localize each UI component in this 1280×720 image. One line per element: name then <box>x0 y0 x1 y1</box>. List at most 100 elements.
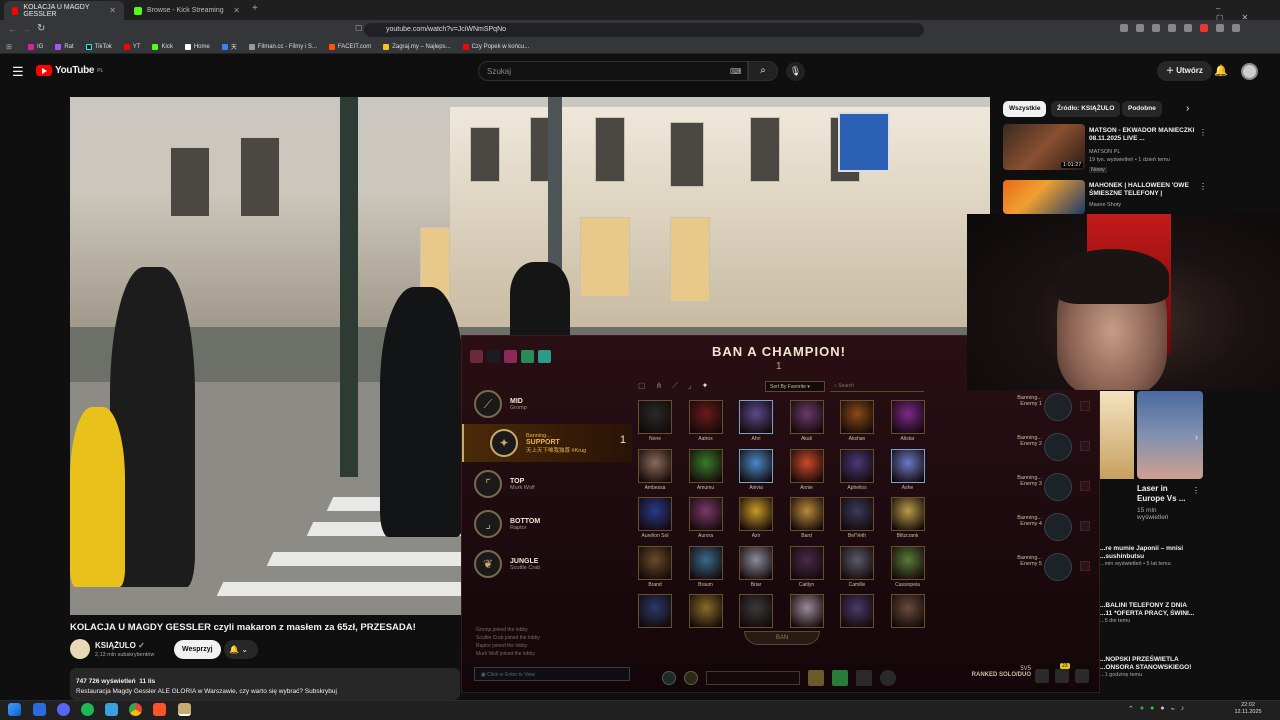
bookmark-star-icon[interactable]: ☐ <box>355 24 362 33</box>
avatar[interactable] <box>1241 63 1258 80</box>
close-tab-icon[interactable]: ✕ <box>233 6 240 15</box>
more-options-icon[interactable]: ⋮ <box>1199 128 1207 137</box>
menu-icon[interactable] <box>1232 24 1240 32</box>
chrome-icon[interactable] <box>129 703 142 716</box>
tab-kick[interactable]: Browse - Kick Streaming ✕ <box>126 1 248 20</box>
channel-avatar[interactable] <box>70 639 90 659</box>
ban-button[interactable]: BAN <box>744 631 820 645</box>
summoner-spell-icon[interactable] <box>808 670 824 686</box>
champion-tile[interactable] <box>688 400 723 434</box>
tray-chevron-icon[interactable]: ⌃ <box>1128 705 1134 713</box>
video-thumbnail[interactable] <box>1100 391 1134 479</box>
chat-input[interactable]: ▣ Click or Enter to View <box>474 667 630 681</box>
bookmark-ig[interactable]: IG <box>28 43 43 50</box>
channel-name[interactable]: KSIĄŻULO ✓ <box>95 641 145 650</box>
chevron-right-icon[interactable]: › <box>1186 103 1189 114</box>
volume-icon[interactable]: ♪ <box>1181 705 1185 713</box>
forward-icon[interactable]: → <box>22 24 31 34</box>
bookmark-filman[interactable]: Filman.cc - Filmy i S... <box>248 43 317 50</box>
reload-icon[interactable]: ↻ <box>37 23 45 34</box>
filter-mid-icon[interactable]: ⟋ <box>672 381 678 391</box>
friends-icon[interactable]: 23 <box>1055 663 1070 683</box>
champion-tile[interactable] <box>688 497 723 531</box>
voice-search-button[interactable]: 🎙 <box>786 62 805 81</box>
champion-tile[interactable] <box>840 497 874 531</box>
discord-icon[interactable] <box>57 703 70 716</box>
url-field[interactable]: youtube.com/watch?v=JciWNmSPqNo <box>364 23 924 37</box>
taskbar-clock[interactable]: 22:02 12.11.2025 <box>1228 702 1268 716</box>
champion-tile[interactable] <box>789 594 824 628</box>
extension-icon[interactable] <box>1120 24 1128 32</box>
champion-tile[interactable] <box>890 400 925 434</box>
champion-tile[interactable] <box>840 594 874 628</box>
champion-tile[interactable] <box>840 545 874 580</box>
tray-app-icon[interactable]: ● <box>1140 705 1144 713</box>
sidebar-video-4[interactable]: ...BALINI TELEFONY Z DNIA ...11 *OFERTA … <box>1100 602 1200 624</box>
taskbar-app-icon[interactable] <box>105 703 118 716</box>
tray-app-icon[interactable]: ● <box>1160 705 1164 713</box>
filter-jungle-icon[interactable]: ⋔ <box>656 381 663 391</box>
back-icon[interactable]: ← <box>8 24 17 34</box>
close-tab-icon[interactable]: ✕ <box>109 6 116 15</box>
bookmark-yt[interactable]: YT <box>123 43 140 50</box>
bookmark-zagraj[interactable]: Zagraj.my – Najleps... <box>383 43 451 50</box>
champion-tile[interactable] <box>739 545 773 580</box>
bookmark-kick[interactable]: Kick <box>152 43 173 50</box>
filter-bot-icon[interactable]: ⌟ <box>688 381 692 391</box>
champion-tile[interactable] <box>890 448 925 483</box>
search-input[interactable]: Szukaj <box>478 61 748 81</box>
champion-tile[interactable] <box>890 497 925 531</box>
create-button[interactable]: ＋ Utwórz <box>1157 61 1212 81</box>
champion-search-input[interactable]: ⌕ Search <box>830 381 924 392</box>
chip-all[interactable]: Wszystkie <box>1003 101 1047 117</box>
more-options-icon[interactable]: ⋮ <box>1192 486 1200 495</box>
champion-tile[interactable] <box>638 497 672 531</box>
taskbar-app-icon[interactable] <box>33 703 46 716</box>
league-client-icon[interactable] <box>178 703 191 716</box>
extension-icon[interactable] <box>1136 24 1144 32</box>
champion-tile[interactable] <box>789 545 824 580</box>
bookmark-sky[interactable]: 天 <box>221 42 237 51</box>
champion-tile[interactable] <box>890 594 925 628</box>
extension-icon[interactable] <box>1200 24 1208 32</box>
rune-page-select[interactable] <box>706 671 800 685</box>
bookmark-rat[interactable]: Rat <box>55 43 74 50</box>
youtube-logo[interactable]: YouTube PL <box>36 65 103 76</box>
champion-tile[interactable] <box>688 594 723 628</box>
support-button[interactable]: Wesprzyj <box>174 640 221 659</box>
champion-tile[interactable] <box>789 497 824 531</box>
extension-icon[interactable] <box>1216 24 1224 32</box>
chip-related[interactable]: Podobne <box>1122 101 1162 117</box>
sidebar-video-3[interactable]: ...re mumie Japonii – mnisi ...sushinbut… <box>1100 545 1200 567</box>
bookmark-faceit[interactable]: FACEIT.com <box>328 43 371 50</box>
windows-start-icon[interactable] <box>8 703 21 716</box>
notification-dropdown[interactable]: 🔔 ⌄ <box>224 640 258 659</box>
champion-tile[interactable] <box>638 594 672 628</box>
ward-skin-icon[interactable] <box>856 670 872 686</box>
short-thumbnail[interactable] <box>1137 391 1203 479</box>
champion-tile[interactable] <box>638 545 672 580</box>
champion-tile[interactable] <box>739 497 773 531</box>
filter-all-icon[interactable]: ▢ <box>638 381 646 391</box>
extension-icon[interactable] <box>1152 24 1160 32</box>
chat-icon[interactable] <box>1035 669 1049 683</box>
champion-tile[interactable] <box>638 400 672 434</box>
edit-runes-icon[interactable] <box>684 671 698 685</box>
extension-icon[interactable] <box>1184 24 1192 32</box>
champion-tile[interactable] <box>688 448 723 483</box>
search-button[interactable]: ⌕ <box>748 61 778 81</box>
champion-tile[interactable] <box>890 545 925 580</box>
emote-icon[interactable] <box>880 670 896 686</box>
champion-tile[interactable] <box>789 448 824 483</box>
champion-tile[interactable] <box>739 448 773 483</box>
champion-tile[interactable] <box>739 400 773 434</box>
champion-tile[interactable] <box>638 448 672 483</box>
apps-grid-icon[interactable]: ⊞ <box>6 43 12 51</box>
sort-dropdown[interactable]: Sort By Favorite ▾ <box>765 381 825 392</box>
spotify-icon[interactable] <box>81 703 94 716</box>
extension-icon[interactable] <box>1168 24 1176 32</box>
keyboard-icon[interactable]: ⌨ <box>730 67 742 76</box>
champion-tile[interactable] <box>840 400 874 434</box>
hamburger-menu-icon[interactable]: ☰ <box>12 64 24 80</box>
tab-youtube[interactable]: KOLACJA U MAGDY GESSLER ✕ <box>4 1 124 20</box>
